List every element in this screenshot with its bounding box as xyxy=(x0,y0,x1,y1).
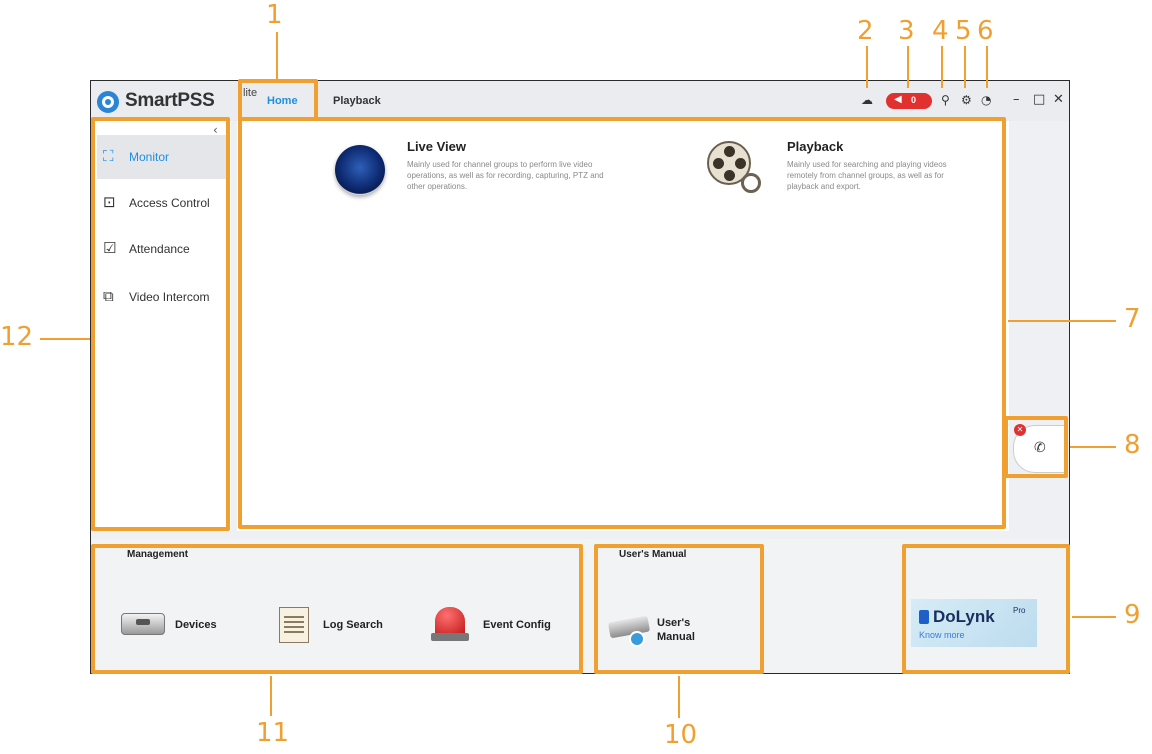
callout-8: 8 xyxy=(1124,430,1141,460)
app-name: SmartPSS xyxy=(125,90,215,111)
management-title: Management xyxy=(127,549,189,560)
users-manual-label-line2: Manual xyxy=(657,631,695,643)
log-search-icon xyxy=(279,607,309,643)
event-config-label: Event Config xyxy=(483,619,551,631)
magnifier-icon xyxy=(741,173,761,193)
close-icon[interactable]: ✕ xyxy=(1053,92,1064,107)
compass-icon xyxy=(629,631,645,647)
sidebar: ‹ ⛶ Monitor ⊡ Access Control ☑ Attendanc… xyxy=(93,121,231,531)
dolynk-logo-icon xyxy=(919,610,929,624)
leader-10 xyxy=(678,676,680,718)
users-manual-title: User's Manual xyxy=(619,549,687,560)
maximize-icon[interactable]: □ xyxy=(1033,92,1045,107)
intercom-icon: ⧉ xyxy=(103,287,114,305)
callout-9: 9 xyxy=(1124,600,1141,630)
leader-8 xyxy=(1070,446,1116,448)
dolynk-promo-banner[interactable]: DoLynk Pro Know more xyxy=(911,599,1037,647)
leader-9 xyxy=(1072,616,1116,618)
tab-playback[interactable]: Playback xyxy=(333,95,381,107)
callout-3: 3 xyxy=(898,16,915,46)
log-search-label: Log Search xyxy=(323,619,383,631)
leader-7 xyxy=(1008,320,1116,322)
users-manual-label-line1: User's xyxy=(657,617,691,629)
callout-6: 6 xyxy=(977,16,994,46)
phone-call-icon[interactable]: ✆ xyxy=(1034,440,1046,456)
gear-icon[interactable]: ⚙ xyxy=(961,93,972,107)
user-icon[interactable]: ⚲ xyxy=(941,93,950,107)
leader-5 xyxy=(964,46,966,88)
app-edition: lite xyxy=(243,87,258,99)
bottom-panel: Management Devices Log Search Event Conf… xyxy=(91,539,1069,673)
sidebar-item-video-intercom[interactable]: ⧉ Video Intercom xyxy=(97,275,227,319)
callout-10: 10 xyxy=(664,720,698,750)
dolynk-pro: Pro xyxy=(1013,606,1026,615)
know-more-link[interactable]: Know more xyxy=(919,630,965,640)
callout-7: 7 xyxy=(1124,304,1141,334)
leader-6 xyxy=(986,46,988,88)
leader-12 xyxy=(40,338,90,340)
smartpss-logo-icon xyxy=(97,91,119,113)
sidebar-item-monitor[interactable]: ⛶ Monitor xyxy=(97,135,227,179)
callout-12: 12 xyxy=(0,322,34,352)
performance-gauge-icon[interactable]: ◔ xyxy=(981,93,991,107)
tab-home[interactable]: Home xyxy=(267,95,298,107)
calendar-check-icon: ☑ xyxy=(103,239,117,257)
monitor-icon: ⛶ xyxy=(103,147,114,165)
module-description: Mainly used for searching and playing vi… xyxy=(787,160,947,191)
alarm-count: 0 xyxy=(911,95,917,105)
event-alarm-icon xyxy=(431,607,469,641)
leader-11 xyxy=(270,676,272,716)
module-title[interactable]: Live View xyxy=(407,139,466,154)
sidebar-item-label: Access Control xyxy=(129,196,210,210)
close-badge-icon[interactable]: ✕ xyxy=(1014,424,1026,436)
door-icon: ⊡ xyxy=(103,193,116,211)
sidebar-item-label: Video Intercom xyxy=(129,290,210,304)
devices-label: Devices xyxy=(175,619,217,631)
leader-4 xyxy=(941,46,943,88)
sidebar-item-attendance[interactable]: ☑ Attendance xyxy=(97,227,227,271)
app-window: SmartPSS lite Home Playback ☁ ◀ 0 ⚲ ⚙ ◔ … xyxy=(90,80,1070,674)
minimize-icon[interactable]: – xyxy=(1013,92,1020,107)
sidebar-item-label: Attendance xyxy=(129,242,190,256)
speaker-icon: ◀ xyxy=(894,94,902,105)
sidebar-item-access-control[interactable]: ⊡ Access Control xyxy=(97,181,227,225)
dolynk-brand: DoLynk xyxy=(933,607,995,626)
callout-1: 1 xyxy=(266,0,283,30)
leader-2 xyxy=(866,46,868,88)
devices-icon xyxy=(121,613,165,635)
film-reel-icon[interactable] xyxy=(707,141,761,193)
callout-4: 4 xyxy=(932,16,949,46)
module-title[interactable]: Playback xyxy=(787,139,843,154)
leader-3 xyxy=(907,46,909,88)
sidebar-item-label: Monitor xyxy=(129,150,170,164)
alarm-indicator[interactable]: ◀ 0 xyxy=(886,93,932,109)
cloud-upgrade-icon[interactable]: ☁ xyxy=(861,93,873,107)
callout-11: 11 xyxy=(256,718,290,748)
module-description: Mainly used for channel groups to perfor… xyxy=(407,160,604,191)
leader-1 xyxy=(276,32,278,80)
title-bar: SmartPSS lite Home Playback ☁ ◀ 0 ⚲ ⚙ ◔ … xyxy=(91,81,1069,121)
callout-5: 5 xyxy=(955,16,972,46)
home-content-area: Live View Mainly used for channel groups… xyxy=(237,121,1009,531)
intercom-call-widget[interactable]: ✕ ✆ xyxy=(1013,424,1067,473)
live-view-icon[interactable] xyxy=(335,145,385,195)
callout-2: 2 xyxy=(857,16,874,46)
